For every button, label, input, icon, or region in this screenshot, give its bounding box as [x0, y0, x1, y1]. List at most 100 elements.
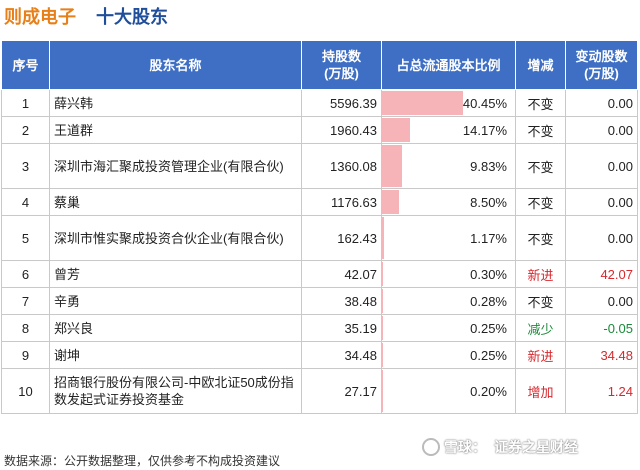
table-header-row: 序号 股东名称 持股数 (万股) 占总流通股本比例 增减 变动股数 (万股) — [1, 40, 638, 90]
shares-cell: 5596.39 — [301, 89, 382, 117]
table-row: 8 郑兴良 35.19 0.25% 减少 -0.05 — [1, 314, 638, 342]
shares-cell: 35.19 — [301, 314, 382, 342]
xueqiu-watermark: 雪球 ： 证券之星财经 — [422, 437, 578, 457]
shares-cell: 1360.08 — [301, 143, 382, 189]
ratio-cell: 0.28% — [381, 287, 516, 315]
ratio-value: 8.50% — [470, 194, 507, 210]
ratio-cell: 40.45% — [381, 89, 516, 117]
shares-cell: 42.07 — [301, 260, 382, 288]
delta-shares-cell: 42.07 — [565, 260, 638, 288]
company-name: 则成电子 — [4, 7, 76, 27]
delta-shares-cell: 34.48 — [565, 341, 638, 369]
table-row: 9 谢坤 34.48 0.25% 新进 34.48 — [1, 341, 638, 369]
ratio-cell: 8.50% — [381, 188, 516, 216]
shareholder-name-cell: 谢坤 — [49, 341, 302, 369]
ratio-value: 0.25% — [470, 347, 507, 363]
header-shares-line2: (万股) — [324, 66, 359, 81]
page-title: 十大股东 — [96, 7, 168, 27]
ratio-cell: 0.30% — [381, 260, 516, 288]
change-status-cell: 不变 — [515, 215, 566, 261]
delta-shares-cell: 1.24 — [565, 368, 638, 414]
shares-cell: 34.48 — [301, 341, 382, 369]
watermark-account: 证券之星财经 — [494, 439, 578, 455]
header-shares: 持股数 (万股) — [301, 40, 382, 90]
watermark-separator: ： — [472, 439, 486, 455]
header-rank: 序号 — [1, 40, 50, 90]
ratio-cell: 14.17% — [381, 116, 516, 144]
ratio-value: 0.30% — [470, 266, 507, 282]
shares-cell: 38.48 — [301, 287, 382, 315]
rank-cell: 1 — [1, 89, 50, 117]
delta-shares-cell: 0.00 — [565, 215, 638, 261]
ratio-bar — [382, 145, 402, 187]
change-status-cell: 增加 — [515, 368, 566, 414]
header-delta-line1: 变动股数 — [575, 49, 628, 64]
shareholder-name-cell: 曾芳 — [49, 260, 302, 288]
change-status-cell: 不变 — [515, 287, 566, 315]
rank-cell: 4 — [1, 188, 50, 216]
ratio-value: 0.28% — [470, 293, 507, 309]
rank-cell: 5 — [1, 215, 50, 261]
shareholder-name-cell: 王道群 — [49, 116, 302, 144]
ratio-bar — [382, 289, 383, 313]
table-row: 2 王道群 1960.43 14.17% 不变 0.00 — [1, 116, 638, 144]
change-status-cell: 不变 — [515, 188, 566, 216]
title-bar: 则成电子 十大股东 — [4, 2, 168, 30]
table-row: 4 蔡巢 1176.63 8.50% 不变 0.00 — [1, 188, 638, 216]
table-row: 7 辛勇 38.48 0.28% 不变 0.00 — [1, 287, 638, 315]
shareholder-name-cell: 招商银行股份有限公司-中欧北证50成份指数发起式证券投资基金 — [49, 368, 302, 414]
ratio-cell: 1.17% — [381, 215, 516, 261]
table-row: 5 深圳市惟实聚成投资合伙企业(有限合伙) 162.43 1.17% 不变 0.00 — [1, 215, 638, 261]
ratio-value: 1.17% — [470, 230, 507, 246]
shares-cell: 1176.63 — [301, 188, 382, 216]
rank-cell: 2 — [1, 116, 50, 144]
delta-shares-cell: -0.05 — [565, 314, 638, 342]
header-shares-line1: 持股数 — [321, 49, 361, 64]
rank-cell: 6 — [1, 260, 50, 288]
ratio-cell: 0.20% — [381, 368, 516, 414]
watermark-brand: 雪球 — [444, 439, 472, 455]
delta-shares-cell: 0.00 — [565, 116, 638, 144]
ratio-cell: 9.83% — [381, 143, 516, 189]
shareholder-name-cell: 薛兴韩 — [49, 89, 302, 117]
ratio-bar — [382, 217, 385, 259]
header-delta-line2: (万股) — [584, 66, 619, 81]
table-row: 1 薛兴韩 5596.39 40.45% 不变 0.00 — [1, 89, 638, 117]
rank-cell: 10 — [1, 368, 50, 414]
shares-cell: 27.17 — [301, 368, 382, 414]
ratio-value: 40.45% — [462, 95, 507, 111]
change-status-cell: 新进 — [515, 260, 566, 288]
shareholder-name-cell: 蔡巢 — [49, 188, 302, 216]
header-change: 增减 — [515, 40, 566, 90]
source-note: 数据来源：公开数据整理，仅供参考不构成投资建议 — [4, 454, 281, 468]
header-ratio: 占总流通股本比例 — [381, 40, 516, 90]
shares-cell: 1960.43 — [301, 116, 382, 144]
ratio-value: 0.25% — [470, 320, 507, 336]
rank-cell: 8 — [1, 314, 50, 342]
shareholder-name-cell: 深圳市海汇聚成投资管理企业(有限合伙) — [49, 143, 302, 189]
header-name: 股东名称 — [49, 40, 302, 90]
ratio-value: 9.83% — [470, 158, 507, 174]
table-row: 10 招商银行股份有限公司-中欧北证50成份指数发起式证券投资基金 27.17 0.2… — [1, 368, 638, 414]
table-row: 6 曾芳 42.07 0.30% 新进 42.07 — [1, 260, 638, 288]
rank-cell: 3 — [1, 143, 50, 189]
change-status-cell: 不变 — [515, 89, 566, 117]
header-delta: 变动股数 (万股) — [565, 40, 638, 90]
change-status-cell: 减少 — [515, 314, 566, 342]
ratio-cell: 0.25% — [381, 341, 516, 369]
shareholders-table: 序号 股东名称 持股数 (万股) 占总流通股本比例 增减 变动股数 (万股) 1 薛兴… — [1, 40, 638, 414]
rank-cell: 9 — [1, 341, 50, 369]
ratio-bar — [382, 91, 463, 115]
ratio-value: 0.20% — [470, 383, 507, 399]
ratio-bar — [382, 190, 399, 214]
ratio-cell: 0.25% — [381, 314, 516, 342]
shares-cell: 162.43 — [301, 215, 382, 261]
shareholder-name-cell: 深圳市惟实聚成投资合伙企业(有限合伙) — [49, 215, 302, 261]
delta-shares-cell: 0.00 — [565, 89, 638, 117]
delta-shares-cell: 0.00 — [565, 143, 638, 189]
rank-cell: 7 — [1, 287, 50, 315]
ratio-bar — [382, 262, 383, 286]
shareholder-name-cell: 辛勇 — [49, 287, 302, 315]
ratio-bar — [382, 118, 411, 142]
change-status-cell: 新进 — [515, 341, 566, 369]
